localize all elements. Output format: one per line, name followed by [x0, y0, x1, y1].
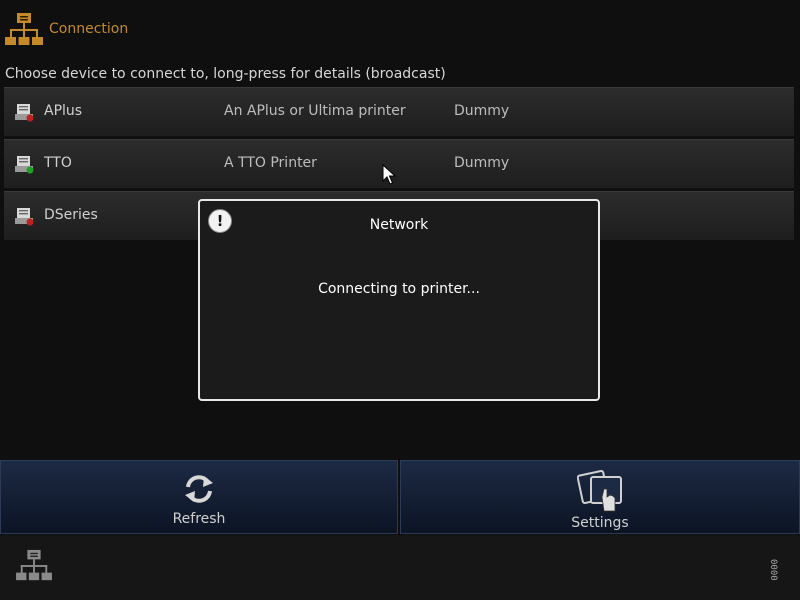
- connection-screen: Connection Choose device to connect to, …: [0, 0, 800, 600]
- network-icon: [5, 13, 43, 45]
- dialog-title: Network: [369, 217, 429, 233]
- status-code: 0000: [768, 559, 778, 581]
- instructions-text: Choose device to connect to, long-press …: [5, 66, 446, 82]
- list-item-device-tto[interactable]: TTO A TTO Printer Dummy: [4, 139, 794, 189]
- device-name: DSeries: [44, 207, 98, 223]
- refresh-button[interactable]: Refresh: [0, 460, 398, 534]
- device-description: A TTO Printer: [224, 155, 317, 171]
- settings-touch-icon: [577, 469, 622, 512]
- printer-icon: [15, 156, 34, 174]
- dialog-message: Connecting to printer...: [318, 281, 480, 297]
- device-description: An APlus or Ultima printer: [224, 103, 406, 119]
- printer-icon: [15, 104, 34, 122]
- device-driver: Dummy: [454, 103, 510, 119]
- printer-icon: [15, 208, 34, 226]
- refresh-icon: [185, 475, 213, 503]
- header: Connection: [0, 0, 800, 60]
- action-bar: Refresh Settings: [0, 460, 800, 534]
- settings-button[interactable]: Settings: [400, 460, 800, 534]
- refresh-label: Refresh: [172, 511, 226, 527]
- page-title: Connection: [49, 21, 129, 37]
- connecting-dialog: ! Network Connecting to printer...: [198, 199, 600, 401]
- list-item-device-aplus[interactable]: APlus An APlus or Ultima printer Dummy: [4, 87, 794, 137]
- mouse-cursor-icon: [382, 164, 396, 185]
- footer-bar: 0000: [0, 535, 800, 600]
- device-name: APlus: [44, 103, 83, 119]
- device-name: TTO: [44, 155, 72, 171]
- network-icon[interactable]: [15, 549, 53, 583]
- device-driver: Dummy: [454, 155, 510, 171]
- settings-label: Settings: [571, 515, 629, 531]
